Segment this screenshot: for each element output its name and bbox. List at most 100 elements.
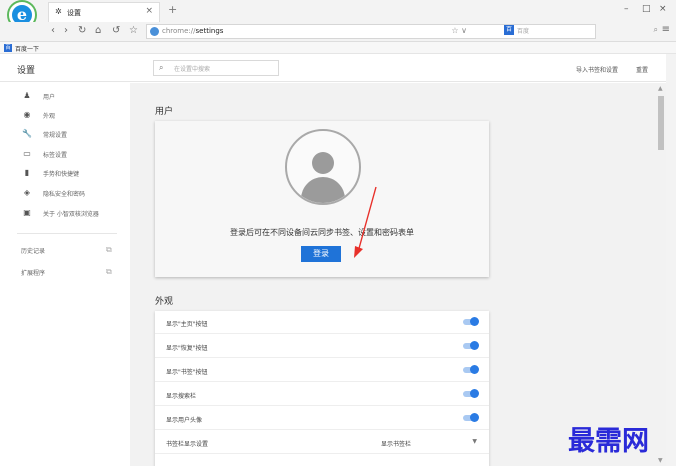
- chevron-down-icon: ▼: [472, 438, 477, 445]
- scrollbar[interactable]: ▲ ▼: [656, 83, 666, 466]
- star-icon[interactable]: ☆: [129, 25, 138, 36]
- sidebar-item-privacy[interactable]: ◈ 隐私安全和密码: [0, 185, 130, 203]
- sidebar-item-label: 历史记录: [21, 248, 46, 255]
- url-text: chrome://settings: [162, 27, 224, 35]
- home-icon[interactable]: ⌂: [95, 25, 101, 36]
- select-row: 书签栏显示设置 显示书签栏 ▼: [155, 431, 489, 454]
- scroll-up-icon[interactable]: ▲: [658, 85, 663, 92]
- sidebar-item-gestures[interactable]: ▮ 手势和快捷键: [0, 165, 130, 183]
- tab-settings[interactable]: ✲ 设置 ×: [48, 2, 160, 22]
- search-placeholder: 百度: [517, 28, 530, 35]
- sidebar-link-extensions[interactable]: 扩展程序 ⧉: [0, 264, 130, 282]
- sidebar-link-history[interactable]: 历史记录 ⧉: [0, 242, 130, 260]
- avatar-body: [301, 177, 345, 203]
- close-icon[interactable]: ×: [145, 6, 153, 16]
- toggle-label: 显示"恢复"按钮: [166, 345, 208, 352]
- section-title-user: 用户: [155, 107, 174, 117]
- toggle-switch[interactable]: [463, 365, 479, 374]
- sidebar-item-label: 用户: [43, 94, 56, 101]
- avatar-head: [312, 152, 334, 174]
- toggle-row: 显示"恢复"按钮: [155, 335, 489, 358]
- toggle-knob: [470, 317, 479, 326]
- sidebar-item-appearance[interactable]: ◉ 外观: [0, 107, 130, 125]
- toggle-label: 显示"主页"按钮: [166, 321, 208, 328]
- select-value: 显示书签栏: [381, 441, 412, 448]
- sidebar-item-label: 手势和快捷键: [43, 171, 80, 178]
- toggle-knob: [470, 365, 479, 374]
- tab-icon: ▭: [23, 149, 31, 158]
- page-title: 设置: [17, 66, 36, 76]
- person-icon: ♟: [23, 91, 31, 100]
- appearance-card: 显示"主页"按钮 显示"恢复"按钮 显示"书签"按钮 显示搜索栏 显示用户头像 …: [155, 311, 489, 466]
- toggle-knob: [470, 413, 479, 422]
- import-bookmarks-link[interactable]: 导入书签和设置: [576, 65, 618, 74]
- tab-title: 设置: [67, 9, 81, 17]
- settings-sidebar: ♟ 用户 ◉ 外观 🔧 常规设置 ▭ 标签设置 ▮ 手势和快捷键 ◈ 隐私安全和…: [0, 83, 130, 466]
- sidebar-divider: [17, 233, 117, 234]
- window-edge: [666, 54, 676, 466]
- sidebar-item-label: 外观: [43, 113, 56, 120]
- sidebar-item-user[interactable]: ♟ 用户: [0, 88, 130, 106]
- login-prompt: 登录后可在不同设备间云同步书签、设置和密码表单: [230, 228, 414, 237]
- toggle-label: 显示"书签"按钮: [166, 369, 208, 376]
- sidebar-item-about[interactable]: ▣ 关于 小智双核浏览器: [0, 205, 130, 223]
- bookmark-star-icon[interactable]: ☆ ∨: [451, 26, 467, 35]
- gear-icon: ✲: [55, 7, 62, 16]
- search-icon: ⌕: [159, 63, 164, 72]
- toggle-label: 显示用户头像: [166, 417, 203, 424]
- toggle-row: 显示用户头像: [155, 407, 489, 430]
- scroll-thumb[interactable]: [658, 96, 664, 150]
- external-link-icon: ⧉: [106, 267, 112, 276]
- info-icon: ▣: [23, 208, 31, 217]
- sidebar-item-label: 隐私安全和密码: [43, 191, 86, 198]
- bookmark-bar: 百 百度一下: [0, 42, 676, 54]
- toggle-switch[interactable]: [463, 389, 479, 398]
- watermark: 最需网: [568, 426, 649, 457]
- minimize-icon[interactable]: –: [624, 4, 629, 14]
- search-placeholder: 在设置中搜索: [174, 66, 211, 73]
- sidebar-item-tabs[interactable]: ▭ 标签设置: [0, 146, 130, 164]
- search-icon[interactable]: ⌕: [654, 25, 658, 35]
- sidebar-item-label: 常规设置: [43, 132, 68, 139]
- settings-main: 用户 登录后可在不同设备间云同步书签、设置和密码表单 登录 外观 显示"主页"按…: [130, 83, 656, 466]
- user-card: 登录后可在不同设备间云同步书签、设置和密码表单 登录: [155, 121, 489, 277]
- maximize-icon[interactable]: □: [642, 4, 651, 14]
- bookmark-icon: 百: [4, 44, 12, 52]
- shield-icon: ◈: [23, 188, 31, 197]
- toggle-switch[interactable]: [463, 341, 479, 350]
- sidebar-item-general[interactable]: 🔧 常规设置: [0, 126, 130, 144]
- tab-strip: e ✲ 设置 × + – □ ×: [0, 0, 676, 28]
- login-button[interactable]: 登录: [301, 246, 341, 262]
- scroll-down-icon[interactable]: ▼: [658, 457, 663, 464]
- external-link-icon: ⧉: [106, 245, 112, 254]
- reset-link[interactable]: 重置: [636, 65, 648, 74]
- select-label: 书签栏显示设置: [166, 441, 209, 448]
- sidebar-item-label: 标签设置: [43, 152, 68, 159]
- settings-header: 设置 ⌕ 在设置中搜索 导入书签和设置 重置: [0, 54, 666, 82]
- toggle-knob: [470, 341, 479, 350]
- toggle-label: 显示搜索栏: [166, 393, 197, 400]
- section-title-appearance: 外观: [155, 297, 174, 307]
- mouse-icon: ▮: [24, 168, 30, 177]
- search-engine-icon[interactable]: 百: [504, 25, 514, 35]
- back-icon[interactable]: ‹: [51, 25, 55, 36]
- toggle-row: 显示"主页"按钮: [155, 311, 489, 334]
- sidebar-item-label: 关于 小智双核浏览器: [43, 211, 99, 218]
- reload-icon[interactable]: ↻: [78, 25, 86, 36]
- search-bar[interactable]: 百 百度 ⌕ ≡: [504, 24, 672, 39]
- toggle-row: 显示搜索栏: [155, 383, 489, 406]
- forward-icon[interactable]: ›: [64, 25, 68, 36]
- toggle-row: 显示"书签"按钮: [155, 359, 489, 382]
- menu-icon[interactable]: ≡: [662, 24, 670, 35]
- new-tab-button[interactable]: +: [168, 3, 177, 16]
- undo-icon[interactable]: ↺: [112, 25, 120, 36]
- sidebar-item-label: 扩展程序: [21, 270, 46, 277]
- toggle-switch[interactable]: [463, 413, 479, 422]
- settings-search-input[interactable]: ⌕ 在设置中搜索: [153, 60, 279, 76]
- bookmark-bar-select[interactable]: 显示书签栏 ▼: [381, 438, 477, 448]
- bookmark-item[interactable]: 百度一下: [15, 44, 39, 53]
- toggle-switch[interactable]: [463, 317, 479, 326]
- wrench-icon: 🔧: [22, 129, 32, 138]
- palette-icon: ◉: [23, 110, 31, 119]
- close-window-icon[interactable]: ×: [659, 4, 667, 14]
